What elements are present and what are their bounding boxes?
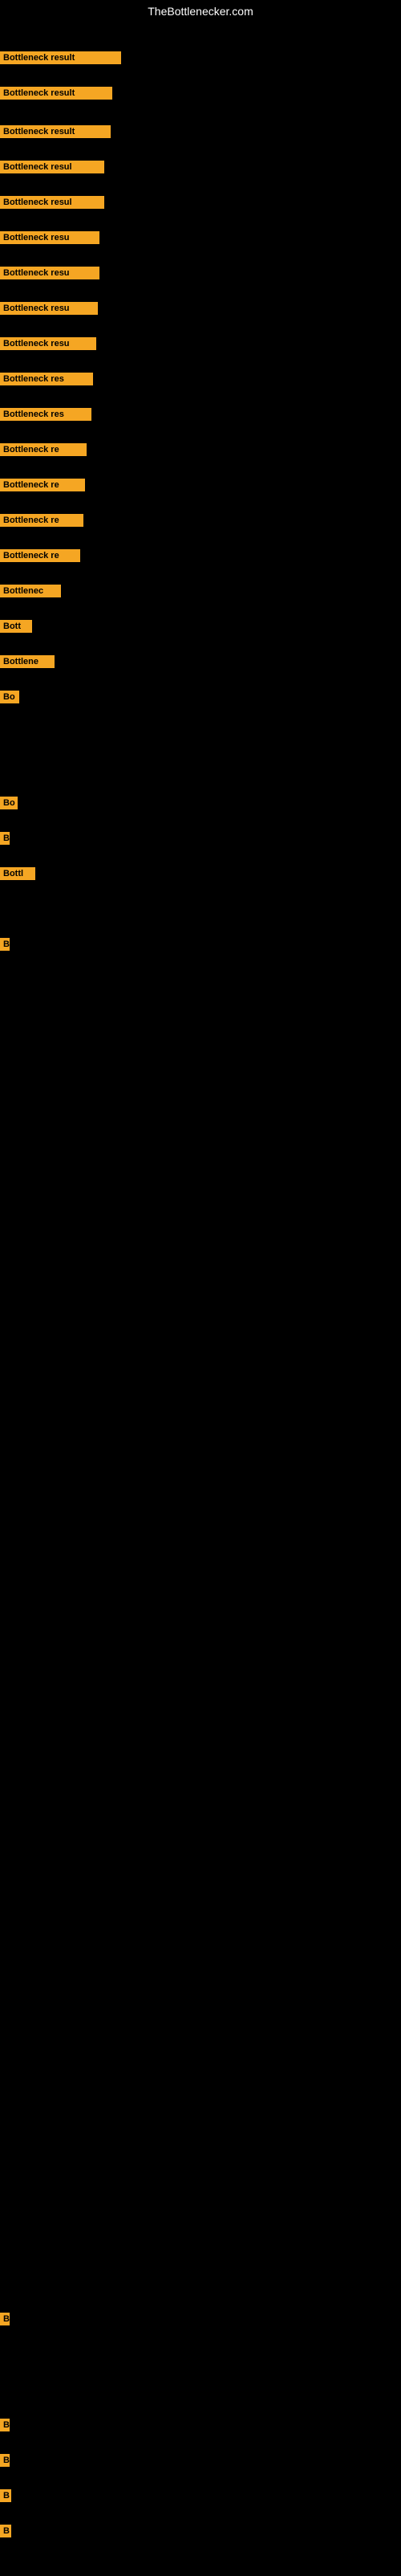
bottleneck-result-label: Bottleneck res (0, 408, 91, 421)
bottleneck-result-label: Bottleneck res (0, 373, 93, 385)
bottleneck-result-label: Bottlenec (0, 585, 61, 597)
bottleneck-result-label: B (0, 2489, 11, 2502)
bottleneck-result-label: Bottl (0, 867, 35, 880)
bottleneck-result-label: B (0, 2419, 10, 2431)
bottleneck-result-label: Bottleneck result (0, 51, 121, 64)
bottleneck-result-label: Bottleneck result (0, 87, 112, 100)
bottleneck-result-label: Bottleneck resul (0, 196, 104, 209)
bottleneck-result-label: Bottleneck re (0, 549, 80, 562)
bottleneck-result-label: B (0, 832, 10, 845)
bottleneck-result-label: Bott (0, 620, 32, 633)
bottleneck-result-label: Bo (0, 691, 19, 703)
bottleneck-result-label: Bottleneck resu (0, 231, 99, 244)
bottleneck-result-label: B (0, 2525, 11, 2537)
bottleneck-result-label: Bo (0, 797, 18, 809)
bottleneck-result-label: Bottleneck resu (0, 267, 99, 279)
bottleneck-result-label: B (0, 2454, 10, 2467)
bottleneck-result-label: B (0, 938, 10, 951)
bottleneck-result-label: B (0, 2313, 10, 2325)
bottleneck-result-label: Bottleneck result (0, 125, 111, 138)
bottleneck-result-label: Bottleneck resu (0, 337, 96, 350)
bottleneck-result-label: Bottleneck resu (0, 302, 98, 315)
bottleneck-result-label: Bottleneck re (0, 443, 87, 456)
bottleneck-result-label: Bottleneck resul (0, 161, 104, 173)
bottleneck-result-label: Bottleneck re (0, 514, 83, 527)
bottleneck-result-label: Bottlene (0, 655, 55, 668)
bottleneck-result-label: Bottleneck re (0, 479, 85, 491)
site-title: TheBottlenecker.com (0, 0, 401, 22)
